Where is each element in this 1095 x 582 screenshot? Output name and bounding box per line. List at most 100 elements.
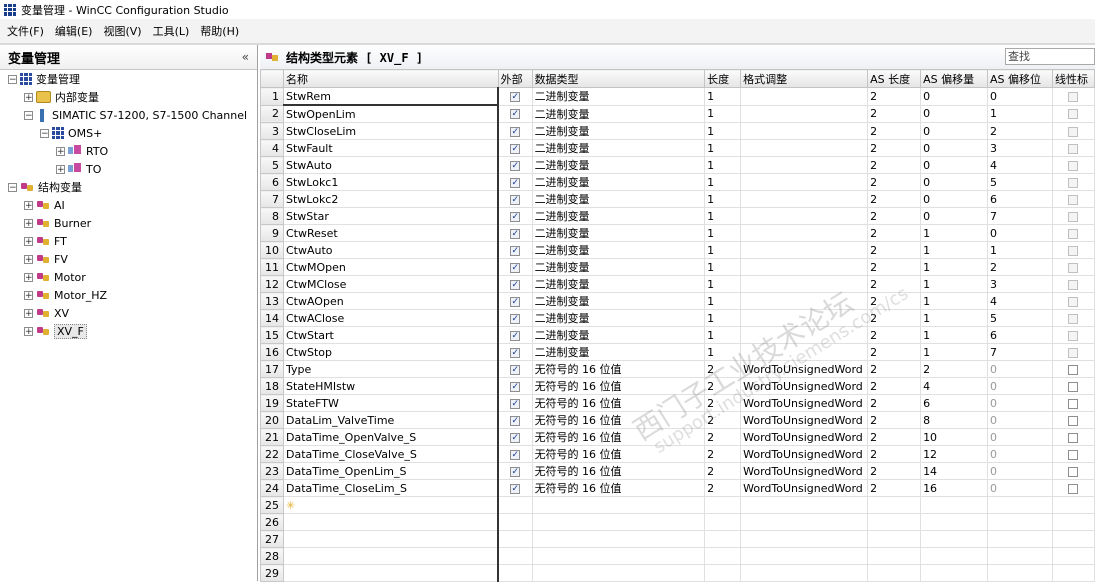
cell-external[interactable] — [497, 530, 533, 548]
row-number[interactable]: 1 — [260, 87, 284, 106]
cell-external[interactable]: ✓ — [497, 411, 533, 429]
cell-datatype[interactable]: 二进制变量 — [531, 173, 706, 191]
linear-checkbox[interactable] — [1068, 296, 1079, 307]
menu-tools[interactable]: 工具(L) — [153, 23, 190, 39]
cell-length[interactable]: 2 — [704, 394, 742, 412]
tree-item[interactable]: + Motor — [24, 268, 86, 286]
cell-as-length[interactable]: 2 — [867, 462, 922, 480]
menu-view[interactable]: 视图(V) — [103, 23, 141, 39]
linear-checkbox[interactable] — [1068, 109, 1079, 120]
cell-as-bit[interactable]: 7 — [987, 343, 1053, 361]
cell-empty[interactable] — [740, 530, 869, 548]
tree-item[interactable]: + Motor_HZ — [24, 286, 107, 304]
cell-as-length[interactable]: 2 — [867, 394, 922, 412]
cell-name[interactable]: StwStar — [282, 207, 499, 225]
cell-as-offset[interactable]: 16 — [920, 479, 988, 497]
cell-external[interactable]: ✓ — [497, 309, 533, 327]
cell-length[interactable]: 1 — [704, 343, 742, 361]
cell-name[interactable]: StwOpenLim — [282, 104, 499, 123]
cell-as-length[interactable]: 2 — [867, 122, 922, 140]
cell-linear[interactable] — [1051, 87, 1095, 106]
menu-edit[interactable]: 编辑(E) — [55, 23, 93, 39]
collapse-icon[interactable]: − — [40, 128, 49, 138]
tree-item[interactable]: − 结构变量 — [8, 178, 82, 196]
tree-item[interactable]: + FV — [24, 250, 68, 268]
cell-external[interactable] — [497, 496, 533, 514]
external-checkbox[interactable]: ✓ — [510, 347, 521, 358]
column-header-linear[interactable]: 线性标 — [1051, 69, 1095, 88]
cell-empty[interactable] — [920, 530, 988, 548]
tree-item[interactable]: + Burner — [24, 214, 91, 232]
cell-as-bit[interactable]: 7 — [987, 207, 1053, 225]
cell-format[interactable]: WordToUnsignedWord — [740, 479, 869, 497]
row-number[interactable]: 25 — [260, 496, 284, 514]
table-row[interactable]: 18 StateHMIstw ✓ 无符号的 16 位值 2 WordToUnsignedW… — [260, 377, 1095, 395]
cell-as-bit[interactable]: 3 — [987, 275, 1053, 293]
cell-as-length[interactable]: 2 — [867, 139, 922, 157]
table-row[interactable]: 3 StwCloseLim ✓ 二进制变量 1 2 0 2 — [260, 122, 1095, 140]
cell-format[interactable] — [740, 87, 869, 106]
column-header-format[interactable]: 格式调整 — [740, 69, 869, 88]
cell-as-length[interactable]: 2 — [867, 104, 922, 123]
cell-length[interactable]: 1 — [704, 258, 742, 276]
cell-datatype[interactable]: 二进制变量 — [531, 87, 706, 106]
cell-linear[interactable] — [1051, 309, 1095, 327]
external-checkbox[interactable]: ✓ — [510, 398, 521, 409]
cell-datatype[interactable]: 无符号的 16 位值 — [531, 360, 706, 378]
table-row[interactable]: 8 StwStar ✓ 二进制变量 1 2 0 7 — [260, 207, 1095, 225]
expand-icon[interactable]: + — [24, 200, 33, 210]
row-number[interactable]: 22 — [260, 445, 284, 463]
cell-format[interactable] — [740, 326, 869, 344]
cell-empty[interactable] — [704, 496, 742, 514]
linear-checkbox[interactable] — [1068, 211, 1079, 222]
table-row[interactable]: 4 StwFault ✓ 二进制变量 1 2 0 3 — [260, 139, 1095, 157]
cell-empty[interactable] — [740, 513, 869, 531]
row-number[interactable]: 16 — [260, 343, 284, 361]
row-number[interactable]: 2 — [260, 104, 284, 123]
cell-as-length[interactable]: 2 — [867, 207, 922, 225]
cell-name[interactable]: CtwAClose — [282, 309, 499, 327]
cell-linear[interactable] — [1051, 258, 1095, 276]
cell-as-bit[interactable]: 3 — [987, 139, 1053, 157]
row-number[interactable]: 12 — [260, 275, 284, 293]
table-row[interactable]: 20 DataLim_ValveTime ✓ 无符号的 16 位值 2 WordToUns… — [260, 411, 1095, 429]
cell-as-length[interactable]: 2 — [867, 326, 922, 344]
table-row[interactable]: 16 CtwStop ✓ 二进制变量 1 2 1 7 — [260, 343, 1095, 361]
cell-empty[interactable] — [740, 547, 869, 565]
cell-name[interactable]: StwRem — [282, 87, 499, 106]
cell-linear[interactable] — [1051, 377, 1095, 395]
row-number[interactable]: 24 — [260, 479, 284, 497]
tree-item[interactable]: + XV — [24, 304, 69, 322]
cell-format[interactable] — [740, 104, 869, 123]
external-checkbox[interactable]: ✓ — [510, 313, 521, 324]
external-checkbox[interactable]: ✓ — [510, 330, 521, 341]
cell-as-bit[interactable]: 2 — [987, 258, 1053, 276]
table-row[interactable]: 27 — [260, 530, 1095, 548]
external-checkbox[interactable]: ✓ — [510, 91, 521, 102]
cell-external[interactable]: ✓ — [497, 190, 533, 208]
cell-as-offset[interactable]: 8 — [920, 411, 988, 429]
tree-item[interactable]: + XV_F — [24, 322, 87, 340]
cell-external[interactable]: ✓ — [497, 87, 533, 106]
column-header-datatype[interactable]: 数据类型 — [531, 69, 706, 88]
row-number[interactable]: 4 — [260, 139, 284, 157]
cell-format[interactable] — [740, 139, 869, 157]
cell-empty[interactable] — [1051, 530, 1095, 548]
linear-checkbox[interactable] — [1068, 262, 1079, 273]
cell-empty[interactable] — [1051, 496, 1095, 514]
cell-external[interactable]: ✓ — [497, 207, 533, 225]
cell-name[interactable]: ✳ — [282, 496, 499, 514]
cell-external[interactable] — [497, 564, 533, 582]
cell-external[interactable]: ✓ — [497, 156, 533, 174]
cell-empty[interactable] — [987, 530, 1053, 548]
table-row[interactable]: 13 CtwAOpen ✓ 二进制变量 1 2 1 4 — [260, 292, 1095, 310]
cell-as-offset[interactable]: 0 — [920, 122, 988, 140]
cell-as-bit[interactable]: 0 — [987, 462, 1053, 480]
linear-checkbox[interactable] — [1068, 245, 1079, 256]
linear-checkbox[interactable] — [1068, 449, 1079, 460]
row-number[interactable]: 23 — [260, 462, 284, 480]
cell-format[interactable] — [740, 224, 869, 242]
cell-format[interactable] — [740, 292, 869, 310]
external-checkbox[interactable]: ✓ — [510, 262, 521, 273]
external-checkbox[interactable]: ✓ — [510, 228, 521, 239]
